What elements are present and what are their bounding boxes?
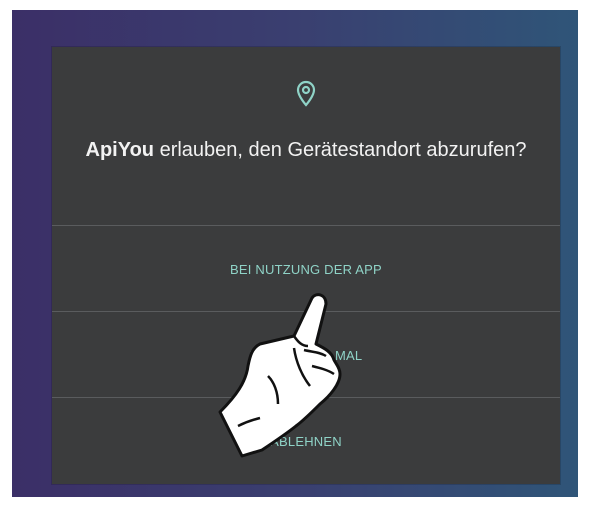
dialog-title: ApiYou erlauben, den Gerätestandort abzu… [72,137,540,163]
location-icon-container [52,80,560,108]
dialog-message: erlauben, den Gerätestandort abzurufen? [154,139,527,161]
app-name: ApiYou [85,139,155,161]
pointing-hand-icon [218,293,342,458]
phone-screen: ApiYou erlauben, den Gerätestandort abzu… [12,10,578,497]
location-pin-icon [296,80,316,107]
allow-while-using-label: BEI NUTZUNG DER APP [230,261,382,277]
